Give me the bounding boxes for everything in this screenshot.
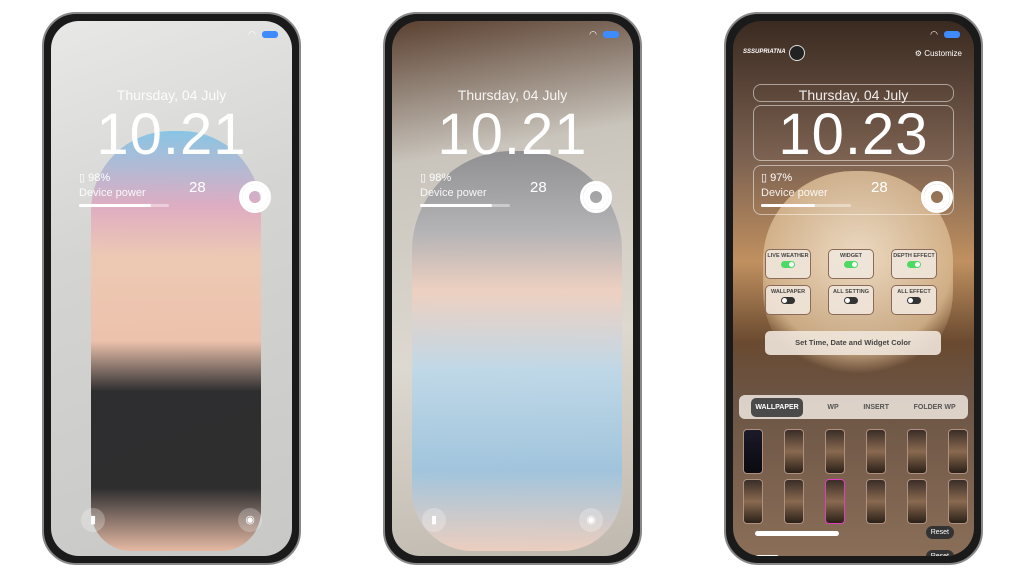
wifi-icon: ◠	[589, 29, 597, 39]
lock-screen: ◠ Thursday, 04 July 10.21 ▯ 98% Device p…	[51, 21, 292, 556]
clock: 10.21	[96, 102, 247, 167]
tab-folder-wp[interactable]: FOLDER WP	[914, 404, 956, 411]
camera-icon[interactable]: ◉	[238, 508, 262, 532]
switch[interactable]	[781, 261, 795, 268]
power-bar	[761, 204, 851, 207]
toggle-label: ALL SETTING	[833, 289, 869, 295]
wallpaper-thumbnail[interactable]	[948, 479, 968, 524]
power-bar	[79, 204, 169, 207]
wallpaper-thumbnail[interactable]	[907, 479, 927, 524]
toggle-all-setting[interactable]: ALL SETTING	[828, 285, 874, 315]
toggle-label: ALL EFFECT	[897, 289, 931, 295]
device-power-label: Device power	[79, 187, 146, 199]
wifi-icon: ◠	[930, 29, 938, 39]
status-bar: ◠	[930, 29, 960, 40]
switch[interactable]	[781, 297, 795, 304]
tab-wallpaper[interactable]: WALLPAPER	[751, 397, 803, 417]
toggle-all-effect[interactable]: ALL EFFECT	[891, 285, 937, 315]
phone-1: ◠ Thursday, 04 July 10.21 ▯ 98% Device p…	[42, 12, 301, 565]
wallpaper-thumbnail[interactable]	[907, 429, 927, 474]
toggle-label: WALLPAPER	[770, 289, 806, 295]
reset-button-1[interactable]: Reset	[925, 526, 954, 539]
wallpaper-thumbnails	[743, 429, 968, 524]
wallpaper-thumbnail[interactable]	[784, 479, 804, 524]
battery-level: ▯ 98%	[420, 172, 452, 184]
status-bar: ◠	[248, 29, 278, 40]
reset-button-2[interactable]: Reset	[925, 550, 954, 556]
device-power-label: Device power	[420, 187, 487, 199]
toggle-wallpaper[interactable]: WALLPAPER	[765, 285, 811, 315]
wallpaper-thumbnail[interactable]	[948, 429, 968, 474]
phone-2: ◠ Thursday, 04 July 10.21 ▯ 98% Device p…	[383, 12, 642, 565]
spiral-icon	[239, 181, 271, 213]
toggle-label: LIVE WEATHER	[767, 253, 809, 259]
device-power-label: Device power	[761, 187, 828, 199]
switch[interactable]	[844, 297, 858, 304]
temperature: 28	[189, 179, 206, 196]
switch[interactable]	[907, 297, 921, 304]
app-logo-icon	[789, 45, 805, 61]
status-bar: ◠	[589, 29, 619, 40]
customize-button[interactable]: ⚙ Customize	[915, 49, 962, 58]
clock: 10.23	[778, 102, 929, 167]
toggle-label: WIDGET	[840, 253, 862, 259]
customize-screen: ◠ SSSUPRIATNA ⚙ Customize Thursday, 04 J…	[733, 21, 974, 556]
toggle-grid: LIVE WEATHER WIDGET DEPTH EFFECT WALLPAPER A…	[765, 249, 937, 315]
wallpaper-thumbnail[interactable]	[825, 429, 845, 474]
phone-3: ◠ SSSUPRIATNA ⚙ Customize Thursday, 04 J…	[724, 12, 983, 565]
toggle-depth-effect[interactable]: DEPTH EFFECT	[891, 249, 937, 279]
camera-icon[interactable]: ◉	[579, 508, 603, 532]
battery-level: ▯ 97%	[761, 172, 793, 184]
power-bar	[420, 204, 510, 207]
set-color-button[interactable]: Set Time, Date and Widget Color	[765, 331, 941, 355]
toggle-label: DEPTH EFFECT	[893, 253, 935, 259]
switch[interactable]	[844, 261, 858, 268]
wallpaper-thumbnail[interactable]	[784, 429, 804, 474]
wallpaper-thumbnail[interactable]	[743, 429, 763, 474]
toggle-widget[interactable]: WIDGET	[828, 249, 874, 279]
tab-bar: WALLPAPER WP INSERT FOLDER WP	[739, 395, 968, 419]
toggle-live-weather[interactable]: LIVE WEATHER	[765, 249, 811, 279]
slider-1[interactable]	[755, 531, 839, 536]
flashlight-icon[interactable]: ▮	[422, 508, 446, 532]
wallpaper-thumbnail[interactable]	[866, 429, 886, 474]
flashlight-icon[interactable]: ▮	[81, 508, 105, 532]
battery-icon	[944, 31, 960, 38]
battery-icon	[603, 31, 619, 38]
temperature: 28	[530, 179, 547, 196]
brand-logo: SSSUPRIATNA	[743, 49, 786, 55]
lock-screen: ◠ Thursday, 04 July 10.21 ▯ 98% Device p…	[392, 21, 633, 556]
spiral-icon	[580, 181, 612, 213]
switch[interactable]	[907, 261, 921, 268]
temperature: 28	[871, 179, 888, 196]
spiral-icon	[921, 181, 953, 213]
wifi-icon: ◠	[248, 29, 256, 39]
clock: 10.21	[437, 102, 588, 167]
tab-insert[interactable]: INSERT	[863, 404, 889, 411]
battery-icon	[262, 31, 278, 38]
wallpaper-thumbnail[interactable]	[825, 479, 845, 524]
wallpaper-thumbnail[interactable]	[866, 479, 886, 524]
battery-text: 98%	[88, 172, 111, 184]
customize-label: Customize	[924, 49, 962, 58]
battery-level: ▯ 98%	[79, 172, 111, 184]
slider-2[interactable]	[755, 555, 779, 556]
battery-text: 98%	[429, 172, 452, 184]
wallpaper-thumbnail[interactable]	[743, 479, 763, 524]
battery-text: 97%	[770, 172, 793, 184]
tab-wp[interactable]: WP	[827, 404, 838, 411]
